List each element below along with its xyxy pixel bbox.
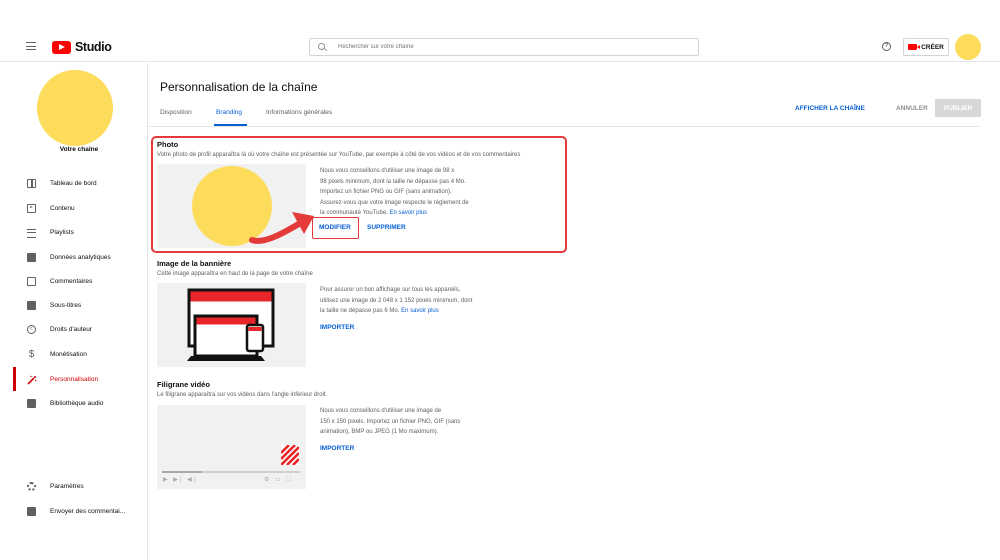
photo-guideline-line: 98 pixels minimum, dont la taille ne dép… <box>320 178 466 185</box>
photo-guideline-line: Assurez-vous que votre image respecte le… <box>320 199 469 206</box>
search-bar[interactable] <box>309 38 699 56</box>
audio-library-icon <box>27 398 36 408</box>
sidebar-item-label: Données analytiques <box>50 253 111 261</box>
sidebar-item-comments[interactable]: Commentaires <box>10 269 148 293</box>
studio-logo[interactable]: Studio <box>52 40 112 54</box>
tab-layout[interactable]: Disposition <box>160 109 192 116</box>
sidebar: Votre chaîne Tableau de bord Contenu Pla… <box>10 63 148 560</box>
content-icon <box>27 203 36 213</box>
playlist-icon <box>27 229 36 238</box>
sidebar-item-audio-library[interactable]: Bibliothèque audio <box>10 391 148 415</box>
learn-more-link[interactable]: En savoir plus <box>401 308 439 314</box>
banner-guidelines: Pour assurer un bon affichage sur tous l… <box>320 285 500 317</box>
banner-guideline-line: la taille ne dépasse pas 6 Mo. <box>320 308 400 314</box>
sidebar-item-monetization[interactable]: $ Monétisation <box>10 342 148 366</box>
player-controls-right: ⚙ ▭ ⛶ <box>264 477 293 483</box>
comments-icon <box>27 276 36 286</box>
create-button[interactable]: CRÉER <box>903 38 949 56</box>
account-avatar[interactable] <box>955 34 981 60</box>
sidebar-item-copyright[interactable]: c Droits d'auteur <box>10 317 148 341</box>
player-controls-left: ▶ ▶| ◀) <box>163 477 198 483</box>
copyright-icon: c <box>27 324 36 334</box>
sidebar-item-feedback[interactable]: Envoyer des commentai... <box>10 499 148 523</box>
sidebar-item-label: Sous-titres <box>50 301 82 309</box>
sidebar-item-label: Personnalisation <box>50 375 99 383</box>
sidebar-item-label: Droits d'auteur <box>50 325 93 333</box>
watermark-guideline-line: 150 x 150 pixels. Importez un fichier PN… <box>320 418 461 425</box>
search-icon <box>318 43 326 51</box>
learn-more-link[interactable]: En savoir plus <box>390 210 428 216</box>
tabs-divider <box>149 126 980 127</box>
logo-text: Studio <box>75 40 112 54</box>
sidebar-item-label: Envoyer des commentai... <box>50 507 126 515</box>
sidebar-item-label: Contenu <box>50 204 75 212</box>
sidebar-item-subtitles[interactable]: Sous-titres <box>10 293 148 317</box>
monetization-icon: $ <box>28 348 35 360</box>
sidebar-item-dashboard[interactable]: Tableau de bord <box>10 171 148 195</box>
sidebar-item-settings[interactable]: Paramètres <box>10 474 148 498</box>
menu-icon[interactable] <box>26 42 36 50</box>
watermark-guideline-line: animation), BMP ou JPEG (1 Mo maximum). <box>320 429 439 435</box>
banner-section-description: Cette image apparaîtra en haut de la pag… <box>157 271 313 277</box>
watermark-import-button[interactable]: IMPORTER <box>320 445 354 452</box>
modify-button[interactable]: MODIFIER <box>319 224 351 231</box>
channel-label: Votre chaîne <box>59 146 99 153</box>
view-channel-button[interactable]: AFFICHER LA CHAÎNE <box>795 105 865 112</box>
photo-section-title: Photo <box>157 140 179 149</box>
sidebar-item-label: Paramètres <box>50 482 84 490</box>
settings-icon <box>27 481 36 491</box>
youtube-logo-icon <box>52 40 71 54</box>
create-label: CRÉER <box>921 43 944 51</box>
watermark-guideline-line: Nous vous conseillons d'utiliser une ima… <box>320 408 442 414</box>
banner-preview <box>157 283 306 367</box>
photo-guideline-line: la communauté YouTube. <box>320 210 388 216</box>
tab-branding[interactable]: Branding <box>216 109 242 116</box>
banner-import-button[interactable]: IMPORTER <box>320 324 354 331</box>
sidebar-item-analytics[interactable]: Données analytiques <box>10 245 148 269</box>
publish-button[interactable]: PUBLIER <box>935 99 981 117</box>
watermark-section-title: Filigrane vidéo <box>157 380 210 389</box>
video-progress-bar <box>162 471 300 473</box>
top-bar: Studio ? CRÉER <box>0 0 1000 62</box>
analytics-icon <box>27 252 36 262</box>
photo-section-description: Votre photo de profil apparaîtra là où v… <box>157 152 521 158</box>
cancel-button[interactable]: ANNULER <box>896 105 928 112</box>
sidebar-item-label: Commentaires <box>50 277 93 285</box>
sidebar-item-playlists[interactable]: Playlists <box>10 220 148 244</box>
banner-guideline-line: Pour assurer un bon affichage sur tous l… <box>320 287 461 293</box>
sidebar-item-content[interactable]: Contenu <box>10 196 148 220</box>
banner-section-title: Image de la bannière <box>157 259 232 268</box>
devices-illustration-icon <box>187 288 275 361</box>
subtitles-icon <box>27 300 36 310</box>
channel-avatar[interactable] <box>37 70 113 146</box>
delete-button[interactable]: SUPPRIMER <box>367 224 406 231</box>
customization-icon <box>27 375 37 385</box>
watermark-guidelines: Nous vous conseillons d'utiliser une ima… <box>320 406 500 438</box>
dashboard-icon <box>27 178 36 188</box>
watermark-stripes-icon <box>281 445 299 465</box>
watermark-section-description: Le filigrane apparaîtra sur vos vidéos d… <box>157 392 328 398</box>
banner-guideline-line: utilisez une image de 2 048 x 1 152 pixe… <box>320 297 473 304</box>
help-icon[interactable]: ? <box>882 42 891 51</box>
watermark-preview: ▶ ▶| ◀) ⚙ ▭ ⛶ <box>157 405 306 489</box>
search-input[interactable] <box>338 44 678 50</box>
photo-guideline-line: Nous vous conseillons d'utiliser une ima… <box>320 168 455 174</box>
page-title: Personnalisation de la chaîne <box>160 80 318 94</box>
feedback-icon <box>27 506 36 516</box>
tab-general-info[interactable]: Informations générales <box>266 109 332 116</box>
sidebar-item-label: Bibliothèque audio <box>50 399 104 407</box>
sidebar-item-label: Tableau de bord <box>50 179 97 187</box>
arrow-annotation-icon <box>249 212 314 244</box>
photo-guideline-line: Importez un fichier PNG ou GIF (sans ani… <box>320 189 452 195</box>
sidebar-item-label: Monétisation <box>50 350 87 358</box>
video-camera-icon <box>908 44 921 50</box>
sidebar-item-label: Playlists <box>50 228 74 236</box>
photo-guidelines: Nous vous conseillons d'utiliser une ima… <box>320 166 500 219</box>
sidebar-item-customization[interactable]: Personnalisation <box>10 367 148 391</box>
